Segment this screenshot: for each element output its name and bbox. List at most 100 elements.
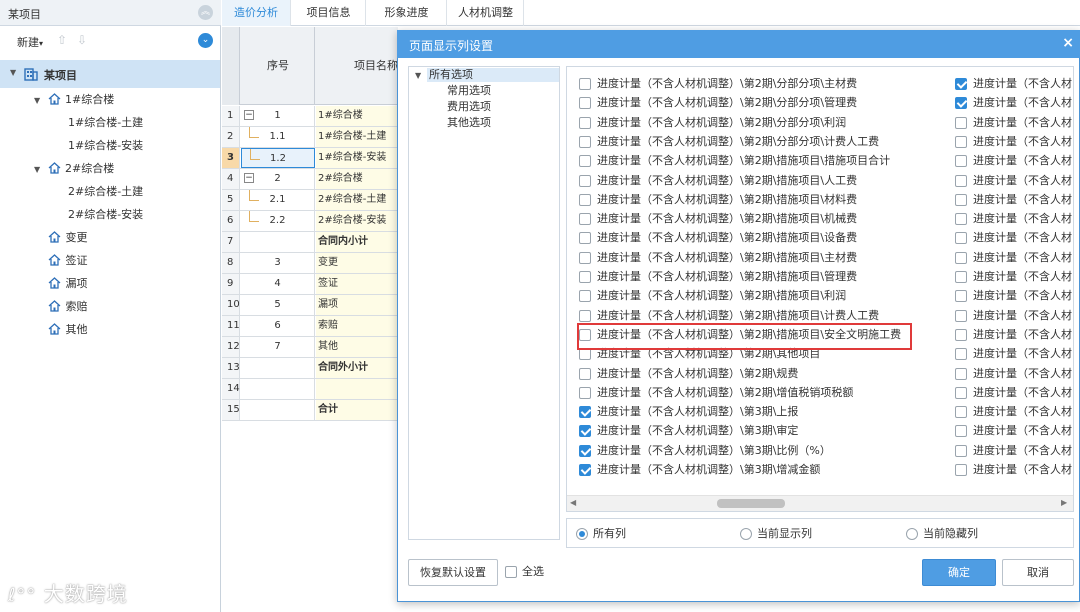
- seq-cell[interactable]: [241, 232, 315, 252]
- table-row[interactable]: 9 4 签证: [222, 274, 398, 295]
- expand-arrow-icon[interactable]: ▼: [34, 91, 44, 111]
- column-checkbox[interactable]: [579, 464, 591, 476]
- column-checkbox[interactable]: [579, 425, 591, 438]
- column-checkbox[interactable]: [955, 155, 967, 168]
- column-checkbox[interactable]: [955, 232, 967, 245]
- collapse-up-icon[interactable]: ︽: [198, 5, 213, 20]
- name-cell[interactable]: 合计: [316, 400, 398, 420]
- select-all-checkbox[interactable]: [505, 566, 517, 578]
- tree-item[interactable]: 1#综合楼-安装: [68, 136, 143, 156]
- close-icon[interactable]: ×: [1062, 35, 1074, 51]
- seq-cell[interactable]: [241, 358, 315, 378]
- tree-item[interactable]: 其他: [48, 320, 88, 340]
- column-checkbox[interactable]: [955, 97, 967, 110]
- restore-default-button[interactable]: 恢复默认设置: [408, 559, 498, 586]
- column-checkbox[interactable]: [579, 406, 591, 419]
- option-all[interactable]: 所有选项: [427, 68, 559, 82]
- expand-arrow-icon[interactable]: ▼: [10, 68, 16, 77]
- column-checkbox[interactable]: [955, 174, 967, 187]
- ok-button[interactable]: 确定: [922, 559, 996, 586]
- option-common[interactable]: 常用选项: [447, 84, 491, 98]
- cancel-button[interactable]: 取消: [1002, 559, 1074, 586]
- tree-item[interactable]: 变更: [48, 228, 88, 248]
- table-row[interactable]: 10 5 漏项: [222, 295, 398, 316]
- seq-cell[interactable]: [241, 379, 315, 399]
- column-checkbox[interactable]: [579, 155, 591, 168]
- name-cell[interactable]: [316, 379, 398, 399]
- tab-cost-analysis[interactable]: 造价分析: [222, 0, 291, 26]
- scroll-right-icon[interactable]: ▶: [1061, 498, 1067, 507]
- tree-item[interactable]: 2#综合楼-安装: [68, 205, 143, 225]
- expand-arrow-icon[interactable]: ▼: [415, 71, 421, 80]
- tree-item[interactable]: 2#综合楼-土建: [68, 182, 143, 202]
- column-checkbox[interactable]: [955, 135, 967, 148]
- table-row[interactable]: 15 合计: [222, 400, 398, 421]
- column-checkbox[interactable]: [955, 309, 967, 322]
- name-cell[interactable]: 2#综合楼: [316, 169, 398, 189]
- collapse-minus-icon[interactable]: −: [244, 173, 254, 183]
- table-row[interactable]: 12 7 其他: [222, 337, 398, 358]
- column-checkbox[interactable]: [579, 135, 591, 148]
- column-checkbox[interactable]: [579, 174, 591, 187]
- name-cell[interactable]: 签证: [316, 274, 398, 294]
- column-checkbox[interactable]: [579, 251, 591, 264]
- tab-project-info[interactable]: 项目信息: [292, 0, 366, 26]
- option-other[interactable]: 其他选项: [447, 116, 491, 130]
- column-checkbox[interactable]: [955, 251, 967, 264]
- seq-cell[interactable]: 1.1: [241, 127, 315, 147]
- column-checkbox[interactable]: [579, 78, 591, 90]
- column-checkbox[interactable]: [955, 406, 967, 419]
- tree-item[interactable]: 漏项: [48, 274, 88, 294]
- name-cell[interactable]: 2#综合楼-安装: [316, 211, 398, 231]
- seq-cell[interactable]: 6: [241, 316, 315, 336]
- table-row[interactable]: 13 合同外小计: [222, 358, 398, 379]
- seq-cell[interactable]: 1.2: [241, 148, 315, 168]
- column-checkbox[interactable]: [579, 271, 591, 283]
- column-checkbox[interactable]: [955, 328, 967, 341]
- table-row[interactable]: 4−2 2#综合楼: [222, 169, 398, 190]
- radio-shown[interactable]: [740, 528, 752, 540]
- table-row[interactable]: 6 2.2 2#综合楼-安装: [222, 211, 398, 232]
- column-checkbox[interactable]: [955, 116, 967, 129]
- column-checkbox[interactable]: [955, 271, 967, 283]
- table-row[interactable]: 14: [222, 379, 398, 400]
- tree-item[interactable]: 索赔: [48, 297, 88, 317]
- expand-arrow-icon[interactable]: ▼: [34, 160, 44, 180]
- column-checkbox[interactable]: [579, 193, 591, 206]
- column-checkbox[interactable]: [955, 464, 967, 476]
- seq-cell[interactable]: 2.2: [241, 211, 315, 231]
- radio-hidden[interactable]: [906, 528, 918, 540]
- tab-progress[interactable]: 形象进度: [367, 0, 447, 26]
- name-cell[interactable]: 2#综合楼-土建: [316, 190, 398, 210]
- seq-cell[interactable]: [241, 400, 315, 420]
- move-up-icon[interactable]: ⇧: [57, 33, 67, 47]
- column-checkbox[interactable]: [955, 78, 967, 90]
- tree-item[interactable]: 签证: [48, 251, 88, 271]
- seq-cell[interactable]: 4: [241, 274, 315, 294]
- seq-cell[interactable]: −1: [241, 106, 315, 126]
- scroll-left-icon[interactable]: ◀: [570, 498, 576, 507]
- column-checkbox[interactable]: [579, 386, 591, 399]
- tab-resource-adjust[interactable]: 人材机调整: [448, 0, 524, 26]
- radio-all[interactable]: [576, 528, 588, 540]
- seq-cell[interactable]: 3: [241, 253, 315, 273]
- column-checkbox[interactable]: [955, 290, 967, 303]
- table-row[interactable]: 1−1 1#综合楼: [222, 106, 398, 127]
- table-row[interactable]: 11 6 索赔: [222, 316, 398, 337]
- tree-item[interactable]: ▼ 1#综合楼: [34, 90, 114, 110]
- tree-item[interactable]: 1#综合楼-土建: [68, 113, 143, 133]
- column-checkbox[interactable]: [955, 193, 967, 206]
- move-down-icon[interactable]: ⇩: [77, 33, 87, 47]
- name-cell[interactable]: 1#综合楼-安装: [316, 148, 398, 168]
- new-button[interactable]: 新建▾: [17, 34, 43, 50]
- column-checkbox[interactable]: [579, 213, 591, 226]
- seq-cell[interactable]: 5: [241, 295, 315, 315]
- column-checkbox[interactable]: [579, 309, 591, 322]
- expand-down-icon[interactable]: ⌄: [198, 33, 213, 48]
- column-checkbox[interactable]: [579, 290, 591, 303]
- tree-root-row[interactable]: ▼ 某项目: [0, 60, 220, 88]
- table-row[interactable]: 8 3 变更: [222, 253, 398, 274]
- table-row[interactable]: 2 1.1 1#综合楼-土建: [222, 127, 398, 148]
- collapse-minus-icon[interactable]: −: [244, 110, 254, 120]
- name-cell[interactable]: 变更: [316, 253, 398, 273]
